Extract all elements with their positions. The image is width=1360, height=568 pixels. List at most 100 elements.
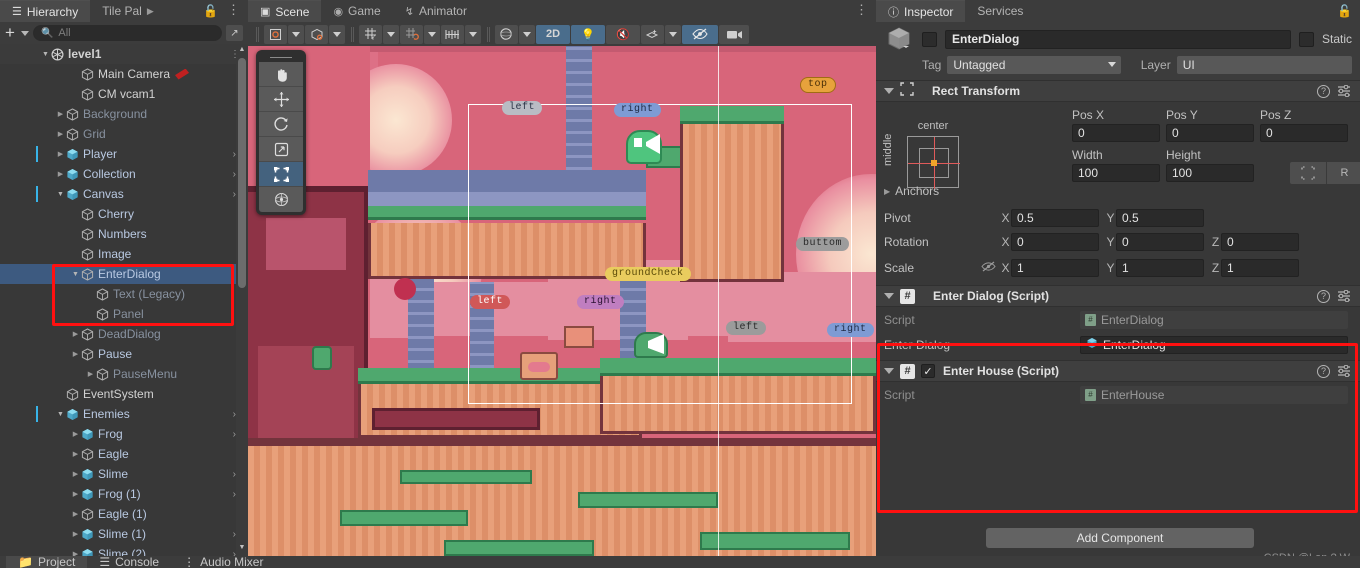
hierarchy-item-slime-2[interactable]: ▶Slime (2)› xyxy=(0,544,248,556)
rotation-z-input[interactable]: 0 xyxy=(1221,233,1299,251)
sphere-icon[interactable] xyxy=(495,25,518,44)
hierarchy-item-pausemenu[interactable]: ▶PauseMenu xyxy=(0,364,248,384)
hierarchy-item-numbers[interactable]: Numbers xyxy=(0,224,248,244)
hierarchy-item-background[interactable]: ▶Background xyxy=(0,104,248,124)
tab-tile-palette[interactable]: Tile Pal ▶ xyxy=(90,0,166,22)
add-dropdown-icon[interactable] xyxy=(21,31,29,36)
gizmo-label-left-1[interactable]: left xyxy=(502,101,542,115)
pos-x-input[interactable]: 0 xyxy=(1072,124,1160,142)
hierarchy-item-collection[interactable]: ▶Collection› xyxy=(0,164,248,184)
toggle-fx-dropdown[interactable] xyxy=(641,25,682,44)
pivot-x-input[interactable]: 0.5 xyxy=(1011,209,1099,227)
scrollbar-thumb[interactable] xyxy=(238,58,246,288)
expand-triangle-icon[interactable]: ▶ xyxy=(70,470,81,478)
hierarchy-item-eventsystem[interactable]: EventSystem xyxy=(0,384,248,404)
expand-triangle-icon[interactable]: ▶ xyxy=(55,110,66,118)
hierarchy-item-text-legacy[interactable]: Text (Legacy) xyxy=(0,284,248,304)
help-icon[interactable]: ? xyxy=(1317,85,1330,98)
grid-snap-icon[interactable] xyxy=(400,25,423,44)
tab-game[interactable]: ◉ Game xyxy=(321,0,392,22)
pos-z-input[interactable]: 0 xyxy=(1260,124,1348,142)
scale-z-input[interactable]: 1 xyxy=(1221,259,1299,277)
tab-project[interactable]: 📁 Project xyxy=(6,556,87,568)
palette-grip[interactable] xyxy=(259,53,303,62)
rotation-x-input[interactable]: 0 xyxy=(1011,233,1099,251)
expand-triangle-icon[interactable]: ▶ xyxy=(70,530,81,538)
grid-snap-dropdown-icon[interactable] xyxy=(424,25,440,44)
scene-viewport[interactable]: left right top buttom groundCheck left r… xyxy=(248,46,876,556)
help-icon-enter-dialog[interactable]: ? xyxy=(1317,290,1330,303)
expand-triangle-icon[interactable]: ▶ xyxy=(70,330,81,338)
hierarchy-item-pause[interactable]: ▶Pause xyxy=(0,344,248,364)
enter-house-enabled-checkbox[interactable]: ✓ xyxy=(921,364,935,378)
collapse-triangle-icon-enter-dialog[interactable] xyxy=(884,293,894,299)
gizmo-label-left-2[interactable]: left xyxy=(470,295,510,309)
grid-snap-dropdown[interactable] xyxy=(400,25,441,44)
scale-tool[interactable] xyxy=(259,137,303,162)
scale-slider-dropdown-icon[interactable] xyxy=(465,25,481,44)
ruler-icon[interactable] xyxy=(441,25,464,44)
hierarchy-item-deaddialog[interactable]: ▶DeadDialog xyxy=(0,324,248,344)
hierarchy-item-panel[interactable]: Panel xyxy=(0,304,248,324)
cube-icon[interactable] xyxy=(305,25,328,44)
settings-icon-enter-house[interactable] xyxy=(1337,365,1351,380)
hierarchy-item-main-camera[interactable]: Main Camera xyxy=(0,64,248,84)
hierarchy-tree[interactable]: ▼level1⋮Main CameraCM vcam1▶Background▶G… xyxy=(0,44,248,556)
width-input[interactable]: 100 xyxy=(1072,164,1160,182)
hierarchy-item-canvas[interactable]: ▼Canvas› xyxy=(0,184,248,204)
hierarchy-item-eagle[interactable]: ▶Eagle xyxy=(0,444,248,464)
gizmo-label-right-3[interactable]: right xyxy=(827,323,874,337)
grid-visibility-dropdown-icon[interactable] xyxy=(383,25,399,44)
gizmo-label-buttom[interactable]: buttom xyxy=(796,237,849,251)
layer-dropdown[interactable]: UI xyxy=(1177,56,1352,74)
expand-triangle-icon[interactable]: ▶ xyxy=(70,430,81,438)
hierarchy-menu-icon[interactable]: ⋮ xyxy=(227,2,240,18)
hierarchy-item-enemies[interactable]: ▼Enemies› xyxy=(0,404,248,424)
shading-icon[interactable] xyxy=(264,25,287,44)
gizmo-label-right-2[interactable]: right xyxy=(577,295,624,309)
lock-icon[interactable]: 🔓 xyxy=(203,4,218,18)
collapse-triangle-icon[interactable] xyxy=(884,88,894,94)
help-icon-enter-house[interactable]: ? xyxy=(1317,365,1330,378)
collapse-triangle-icon-enter-house[interactable] xyxy=(884,368,894,374)
hierarchy-item-image[interactable]: Image xyxy=(0,244,248,264)
overflow-arrow-icon[interactable]: ▶ xyxy=(147,6,154,17)
static-checkbox[interactable] xyxy=(1299,32,1314,47)
gameobject-enabled-checkbox[interactable] xyxy=(922,32,937,47)
expand-triangle-icon[interactable]: ▶ xyxy=(70,490,81,498)
grid-axis-icon[interactable]: Y xyxy=(359,25,382,44)
component-header-enter-house[interactable]: # ✓ Enter House (Script) ? xyxy=(876,360,1360,382)
tab-hierarchy[interactable]: ☰ Hierarchy xyxy=(0,0,90,22)
hierarchy-item-enterdialog[interactable]: ▼EnterDialog xyxy=(0,264,248,284)
expand-triangle-icon[interactable]: ▶ xyxy=(70,510,81,518)
scale-x-input[interactable]: 1 xyxy=(1011,259,1099,277)
expand-triangle-icon[interactable]: ▶ xyxy=(85,370,96,378)
hand-tool[interactable] xyxy=(259,62,303,87)
component-header-rect-transform[interactable]: Rect Transform ? xyxy=(876,80,1360,102)
rotation-y-input[interactable]: 0 xyxy=(1116,233,1204,251)
move-tool[interactable] xyxy=(259,87,303,112)
blueprint-mode-button[interactable] xyxy=(1290,162,1326,184)
tab-console[interactable]: ☰ Console xyxy=(87,556,171,568)
effects-icon[interactable] xyxy=(641,25,664,44)
hierarchy-item-slime[interactable]: ▶Slime› xyxy=(0,464,248,484)
settings-icon-enter-dialog[interactable] xyxy=(1337,290,1351,305)
toggle-scene-visibility[interactable] xyxy=(682,25,718,44)
toggle-lighting[interactable]: 💡 xyxy=(571,25,605,44)
gizmo-label-left-3[interactable]: left xyxy=(726,321,766,335)
shading-mode-dropdown[interactable] xyxy=(264,25,305,44)
gameobject-name-input[interactable]: EnterDialog xyxy=(945,30,1291,49)
gizmo-label-right-1[interactable]: right xyxy=(614,103,661,117)
toggle-camera-preview[interactable] xyxy=(719,25,749,44)
hierarchy-item-grid[interactable]: ▶Grid xyxy=(0,124,248,144)
expand-triangle-icon[interactable]: ▶ xyxy=(55,150,66,158)
tab-animator[interactable]: ↯ Animator xyxy=(393,0,479,22)
expand-triangle-icon[interactable]: ▼ xyxy=(40,51,51,58)
component-header-enter-dialog[interactable]: # Enter Dialog (Script) ? xyxy=(876,285,1360,307)
hierarchy-item-frog-1[interactable]: ▶Frog (1)› xyxy=(0,484,248,504)
hierarchy-item-cm-vcam1[interactable]: CM vcam1 xyxy=(0,84,248,104)
expand-triangle-icon[interactable]: ▶ xyxy=(70,450,81,458)
tab-audio-mixer[interactable]: ⋮ Audio Mixer xyxy=(171,556,275,568)
scroll-up-icon[interactable]: ▲ xyxy=(238,46,246,56)
hierarchy-item-slime-1[interactable]: ▶Slime (1)› xyxy=(0,524,248,544)
